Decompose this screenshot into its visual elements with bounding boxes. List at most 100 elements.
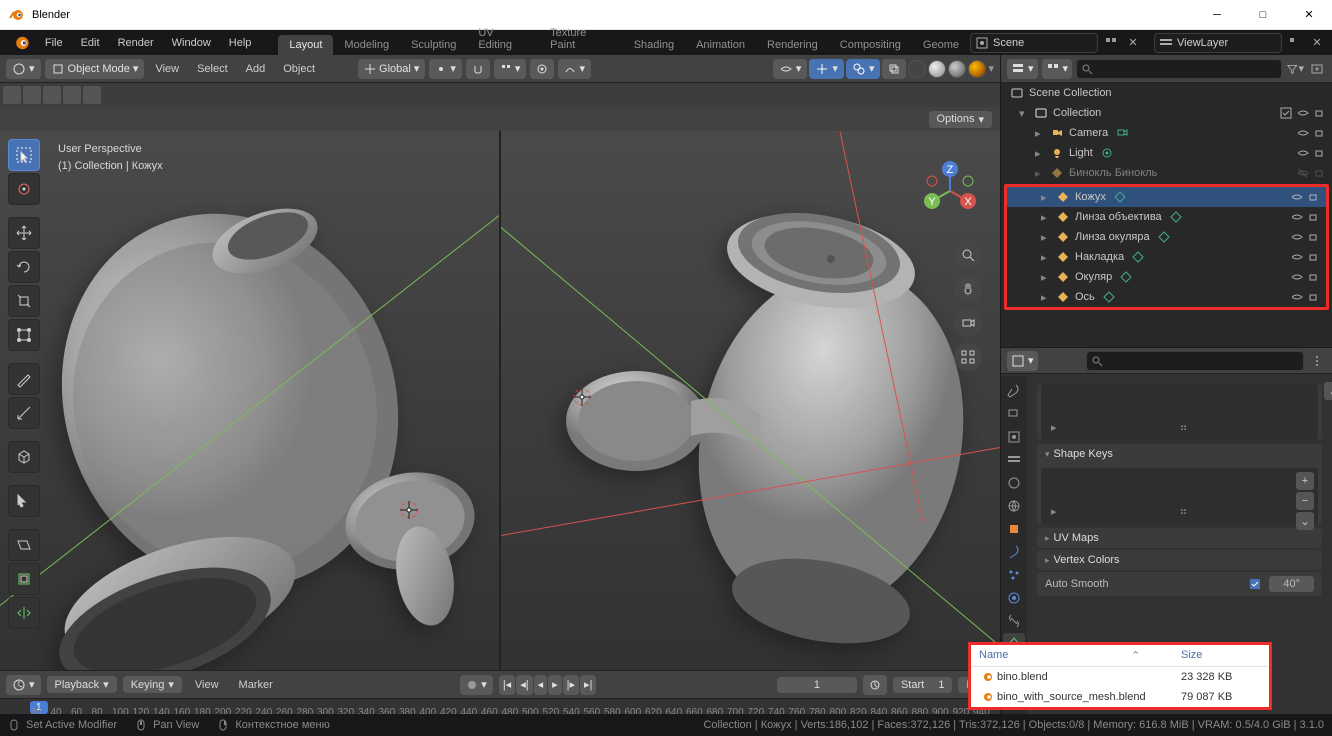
add-shapekey[interactable]: + [1296, 472, 1314, 490]
camera-icon[interactable] [1314, 127, 1326, 139]
prop-tab-constraint[interactable] [1003, 610, 1025, 632]
outliner-item-os[interactable]: ▸ Ось [1007, 287, 1326, 307]
minimize-button[interactable]: ─ [1194, 0, 1240, 30]
camera-icon[interactable] [1308, 211, 1320, 223]
tool-annotate[interactable] [8, 363, 40, 395]
tab-rendering[interactable]: Rendering [756, 35, 829, 55]
eye-icon[interactable] [1291, 211, 1303, 223]
camera-icon[interactable] [1314, 147, 1326, 159]
file-header-size[interactable]: Size [1181, 649, 1261, 662]
vp-menu-view[interactable]: View [148, 63, 186, 75]
eye-icon[interactable] [1297, 107, 1309, 119]
playback-dropdown[interactable]: Playback▾ [47, 676, 117, 693]
menu-help[interactable]: Help [220, 37, 261, 49]
xray-toggle[interactable] [882, 59, 906, 79]
jump-prev-key[interactable]: ◂| [516, 675, 532, 695]
object-visibility[interactable]: ▾ [773, 59, 808, 79]
sel-tool-3[interactable] [43, 86, 61, 104]
eye-icon[interactable] [1291, 251, 1303, 263]
viewport-right[interactable]: XYZ [501, 131, 1000, 670]
eye-icon[interactable] [1297, 127, 1309, 139]
tool-cursor[interactable] [8, 173, 40, 205]
tab-compositing[interactable]: Compositing [829, 35, 912, 55]
viewport-left[interactable]: User Perspective (1) Collection | Кожух [0, 131, 501, 670]
prop-tab-scene[interactable] [1003, 472, 1025, 494]
prop-tab-world[interactable] [1003, 495, 1025, 517]
outliner-filter-icon[interactable]: ▾ [1286, 60, 1304, 78]
camera-icon[interactable] [1308, 251, 1320, 263]
prop-tab-physics[interactable] [1003, 587, 1025, 609]
prop-tab-output[interactable] [1003, 426, 1025, 448]
tool-measure[interactable] [8, 397, 40, 429]
vp-menu-add[interactable]: Add [239, 63, 273, 75]
sel-tool-2[interactable] [23, 86, 41, 104]
shading-material[interactable] [948, 60, 966, 78]
vp-menu-select[interactable]: Select [190, 63, 235, 75]
camera-icon[interactable] [1314, 107, 1326, 119]
props-options-icon[interactable] [1308, 352, 1326, 370]
outliner-collection[interactable]: ▾ Collection [1001, 103, 1332, 123]
maximize-button[interactable]: □ [1240, 0, 1286, 30]
nav-zoom[interactable] [954, 241, 982, 269]
gizmo-toggle[interactable]: ▾ [809, 59, 844, 79]
snap-toggle[interactable] [466, 59, 490, 79]
viewlayer-selector[interactable]: ViewLayer [1154, 33, 1282, 53]
timeline-editor-type[interactable]: ▾ [6, 675, 41, 695]
outliner-item-okulyar[interactable]: ▸ Окуляр [1007, 267, 1326, 287]
proportional-edit[interactable] [530, 59, 554, 79]
outliner-display-mode[interactable]: ▾ [1042, 59, 1073, 79]
eye-icon[interactable] [1291, 231, 1303, 243]
timeline-marker[interactable]: Marker [232, 679, 280, 691]
eye-icon[interactable] [1297, 147, 1309, 159]
vertex-colors-header[interactable]: ▸Vertex Colors [1037, 550, 1322, 570]
prop-tab-modifier[interactable] [1003, 541, 1025, 563]
eye-icon[interactable] [1291, 271, 1303, 283]
tool-move[interactable] [8, 217, 40, 249]
tab-animation[interactable]: Animation [685, 35, 756, 55]
sel-tool-1[interactable] [3, 86, 21, 104]
shape-keys-header[interactable]: ▾Shape Keys [1037, 444, 1322, 464]
outliner-item-camera[interactable]: ▸ Camera [1001, 123, 1332, 143]
editor-type-button[interactable]: ▾ [6, 59, 41, 79]
tool-rip[interactable] [8, 597, 40, 629]
scene-browse-icon[interactable] [1102, 34, 1120, 52]
file-header-name[interactable]: Name [979, 649, 1131, 662]
pivot-point[interactable]: ▾ [429, 59, 462, 79]
outliner-item-lens-objective[interactable]: ▸ Линза объектива [1007, 207, 1326, 227]
tool-select[interactable] [8, 139, 40, 171]
camera-icon[interactable] [1308, 291, 1320, 303]
camera-icon[interactable] [1308, 271, 1320, 283]
prop-tab-particles[interactable] [1003, 564, 1025, 586]
checkbox-icon[interactable] [1280, 107, 1292, 119]
timeline-view[interactable]: View [188, 679, 226, 691]
tab-layout[interactable]: Layout [278, 35, 333, 55]
play[interactable]: ▸ [548, 675, 562, 695]
sel-tool-5[interactable] [83, 86, 101, 104]
menu-edit[interactable]: Edit [72, 37, 109, 49]
viewlayer-close-icon[interactable]: ✕ [1308, 34, 1326, 52]
shape-keys-list[interactable]: +−⌄ ▸ ⠶ [1041, 468, 1318, 524]
props-editor-type[interactable]: ▾ [1007, 351, 1038, 371]
play-reverse[interactable]: ◂ [534, 675, 548, 695]
jump-next-key[interactable]: |▸ [563, 675, 579, 695]
scene-selector[interactable]: Scene [970, 33, 1098, 53]
vp-menu-object[interactable]: Object [276, 63, 322, 75]
menu-file[interactable]: File [36, 37, 72, 49]
outliner-editor-type[interactable]: ▾ [1007, 59, 1038, 79]
outliner-item-light[interactable]: ▸ Light [1001, 143, 1332, 163]
snap-options[interactable]: ▾ [494, 59, 527, 79]
blender-icon[interactable] [10, 33, 30, 53]
mode-selector[interactable]: Object Mode▾ [45, 59, 145, 79]
options-dropdown[interactable]: Options▾ [929, 111, 992, 128]
file-row-bino[interactable]: bino.blend 23 328 KB [971, 667, 1269, 687]
tab-uv-editing[interactable]: UV Editing [467, 23, 539, 55]
transform-orient[interactable]: Global▾ [358, 59, 425, 79]
keying-dropdown[interactable]: Keying▾ [123, 676, 182, 693]
tab-shading[interactable]: Shading [623, 35, 685, 55]
outliner-new-collection-icon[interactable] [1308, 60, 1326, 78]
eye-icon[interactable] [1291, 291, 1303, 303]
camera-icon[interactable] [1308, 231, 1320, 243]
proportional-falloff[interactable]: ▾ [558, 59, 591, 79]
nav-persp[interactable] [954, 343, 982, 371]
nav-camera[interactable] [954, 309, 982, 337]
